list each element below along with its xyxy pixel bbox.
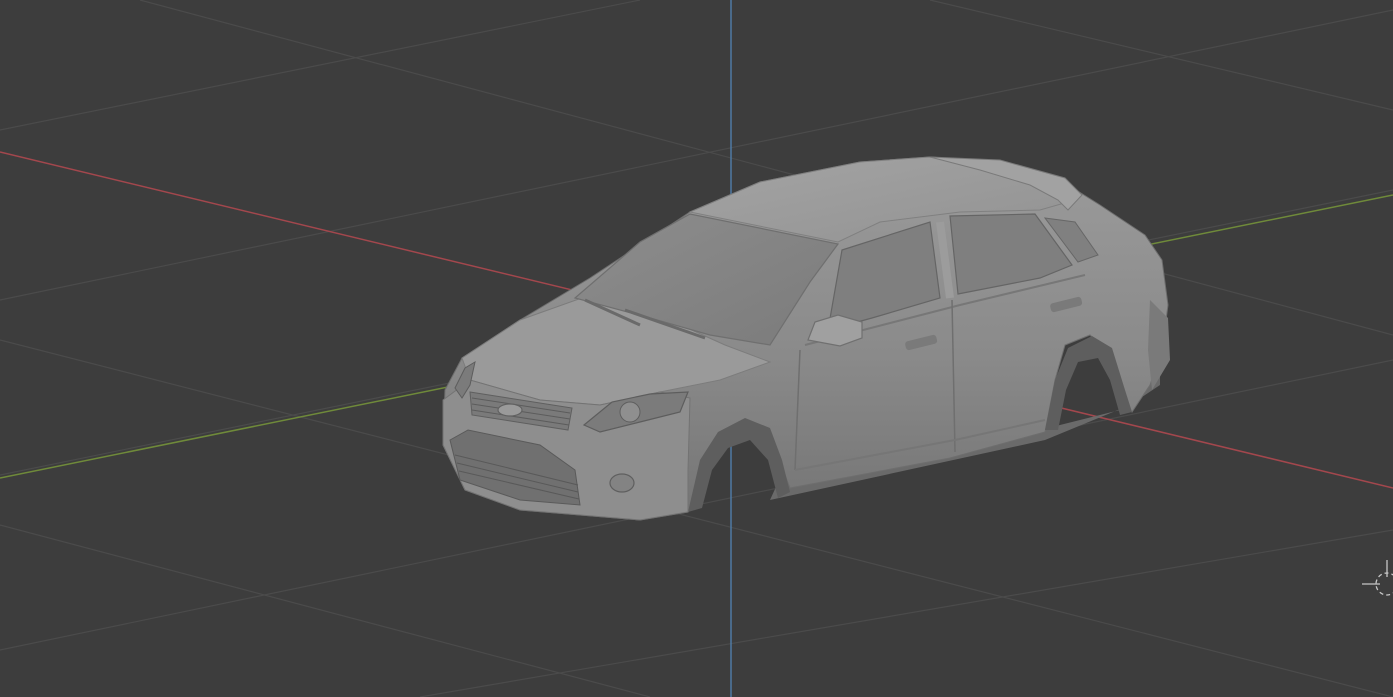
brand-badge [497,403,523,417]
3d-viewport[interactable] [0,0,1393,697]
fog-light [609,473,635,493]
headlight-right-lens [619,401,641,423]
